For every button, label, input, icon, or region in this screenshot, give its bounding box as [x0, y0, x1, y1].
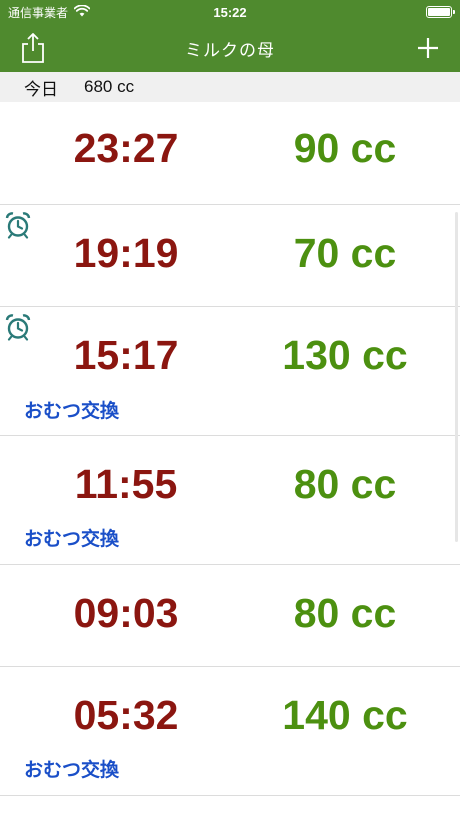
entry-amount: 80 cc — [293, 590, 397, 636]
today-total: 680 cc — [84, 77, 135, 96]
entry-time: 15:17 — [73, 332, 179, 378]
add-button[interactable] — [416, 34, 440, 62]
diaper-change-label: おむつ交換 — [24, 401, 120, 422]
entry-amount: 90 cc — [293, 125, 397, 171]
scroll-indicator[interactable] — [455, 212, 458, 542]
plus-icon — [418, 38, 438, 58]
entry-amount: 80 cc — [293, 461, 397, 507]
today-summary: 今日 680 cc — [0, 72, 460, 102]
entry-time: 05:32 — [73, 692, 179, 738]
wifi-icon — [73, 4, 91, 20]
list-item[interactable]: 15:17 130 cc おむつ交換 — [0, 307, 460, 436]
entry-time: 11:55 — [74, 461, 178, 507]
entry-time: 19:19 — [73, 230, 179, 276]
navigation-bar: ミルクの母 — [0, 24, 460, 72]
share-button[interactable] — [18, 32, 48, 64]
status-left: 通信事業者 — [8, 4, 91, 21]
share-icon — [22, 33, 44, 63]
entry-time: 09:03 — [73, 590, 179, 636]
list-item[interactable]: 05:32 140 cc おむつ交換 — [0, 667, 460, 796]
diaper-change-label: おむつ交換 — [24, 529, 120, 550]
today-label: 今日 — [24, 79, 58, 99]
list-item[interactable]: 19:19 70 cc — [0, 205, 460, 307]
entry-amount: 130 cc — [282, 332, 408, 378]
entry-amount: 70 cc — [293, 230, 397, 276]
battery-icon — [426, 6, 455, 18]
entry-amount: 140 cc — [282, 692, 408, 738]
diaper-change-label: おむつ交換 — [24, 760, 120, 781]
list-item[interactable]: 11:55 80 cc おむつ交換 — [0, 436, 460, 565]
list-item[interactable]: 23:27 90 cc — [0, 102, 460, 205]
list-item[interactable]: 09:03 80 cc — [0, 565, 460, 667]
status-bar: 通信事業者 15:22 — [0, 0, 460, 24]
entry-time: 23:27 — [73, 125, 179, 171]
feeding-list[interactable]: 23:27 90 cc 19:19 70 cc 15:17 130 cc おむつ… — [0, 102, 460, 818]
carrier-label: 通信事業者 — [8, 5, 69, 20]
nav-title: ミルクの母 — [185, 40, 275, 61]
